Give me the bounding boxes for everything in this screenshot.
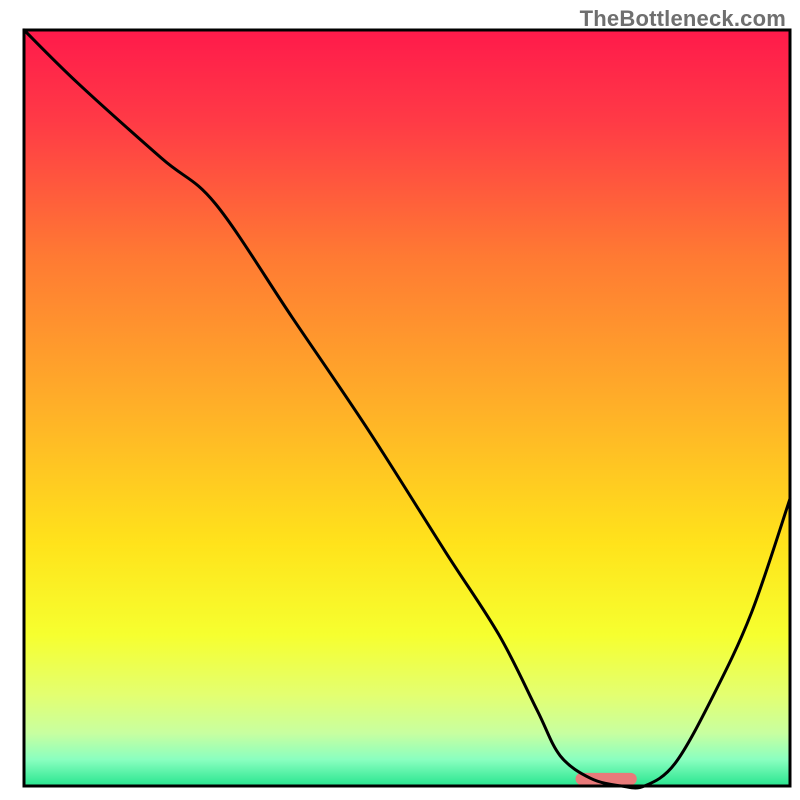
- bottleneck-chart: [0, 0, 800, 800]
- chart-background: [24, 30, 790, 786]
- chart-root: TheBottleneck.com: [0, 0, 800, 800]
